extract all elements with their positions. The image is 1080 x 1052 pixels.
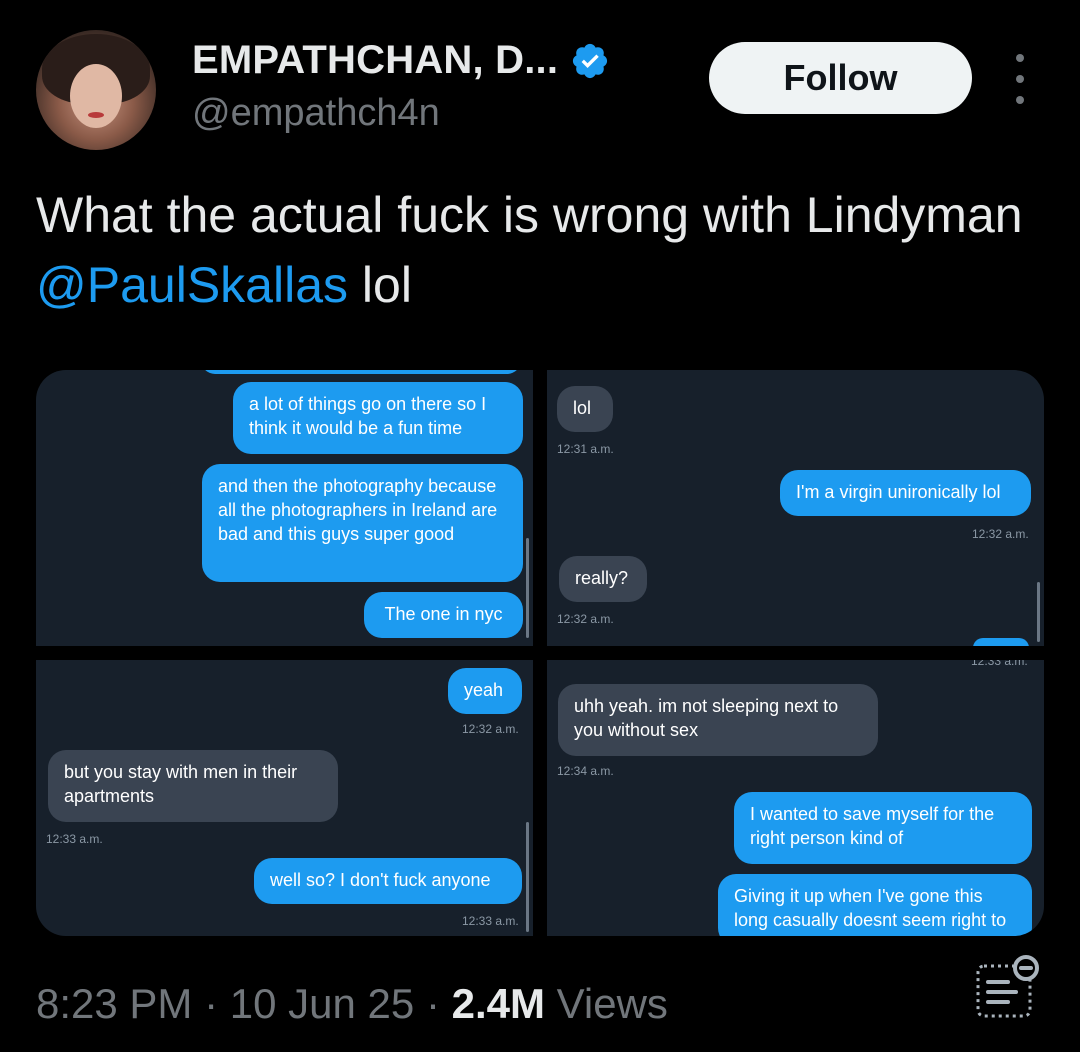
tweet-text-after: lol <box>348 257 412 313</box>
message-timestamp: 12:32 a.m. <box>462 722 519 736</box>
media-panel-4[interactable]: 12:33 a.m. uhh yeah. im not sleeping nex… <box>547 660 1044 936</box>
chat-bubble-incoming: lol <box>557 386 613 432</box>
verified-badge-icon[interactable] <box>570 41 610 81</box>
author-handle[interactable]: @empathch4n <box>192 92 440 135</box>
avatar[interactable] <box>36 30 156 150</box>
avatar-lips <box>88 112 104 118</box>
more-options-icon[interactable] <box>1004 54 1036 104</box>
message-timestamp: 12:32 a.m. <box>557 612 614 626</box>
analytics-icon[interactable] <box>972 952 1042 1022</box>
chat-bubble-incoming: but you stay with men in their apartment… <box>48 750 338 822</box>
media-panel-3[interactable]: yeah 12:32 a.m. but you stay with men in… <box>36 660 533 936</box>
chat-bubble-incoming: really? <box>559 556 647 602</box>
message-timestamp: 12:31 a.m. <box>557 442 614 456</box>
media-panel-1[interactable]: a lot of things go on there so I think i… <box>36 370 533 646</box>
tweet-time[interactable]: 8:23 PM <box>36 980 192 1027</box>
more-dot <box>1016 54 1024 62</box>
scrollbar <box>1037 582 1040 642</box>
media-grid[interactable]: a lot of things go on there so I think i… <box>36 370 1044 936</box>
mention-link[interactable]: @PaulSkallas <box>36 257 348 313</box>
tweet-text: What the actual fuck is wrong with Lindy… <box>36 180 1046 320</box>
media-panel-2[interactable]: lol 12:31 a.m. I'm a virgin unironically… <box>547 370 1044 646</box>
follow-button[interactable]: Follow <box>709 42 972 114</box>
tweet-date[interactable]: 10 Jun 25 <box>230 980 415 1027</box>
tweet-text-before: What the actual fuck is wrong with Lindy… <box>36 187 1023 243</box>
tweet-meta: 8:23 PM · 10 Jun 25 · 2.4M Views <box>36 980 668 1028</box>
author-display-name[interactable]: EMPATHCHAN, D... <box>192 38 558 83</box>
chat-bubble-cropped <box>973 638 1029 646</box>
message-timestamp: 12:33 a.m. <box>971 660 1028 668</box>
chat-bubble-outgoing: I'm a virgin unironically lol <box>780 470 1031 516</box>
chat-bubble-outgoing: yeah <box>448 668 522 714</box>
meta-separator: · <box>204 980 219 1027</box>
message-timestamp: 12:33 a.m. <box>462 914 519 928</box>
chat-bubble-outgoing: and then the photography because all the… <box>202 464 523 582</box>
scrollbar <box>526 538 529 638</box>
views-count: 2.4M <box>451 980 545 1027</box>
message-timestamp: 12:32 a.m. <box>972 527 1029 541</box>
views-label: Views <box>556 980 668 1027</box>
chat-bubble-incoming: uhh yeah. im not sleeping next to you wi… <box>558 684 878 756</box>
avatar-face <box>70 64 122 128</box>
chat-bubble-outgoing: Giving it up when I've gone this long ca… <box>718 874 1032 936</box>
scrollbar <box>526 822 529 932</box>
meta-separator: · <box>425 980 440 1027</box>
chat-bubble-outgoing: well so? I don't fuck anyone <box>254 858 522 904</box>
more-dot <box>1016 75 1024 83</box>
message-timestamp: 12:34 a.m. <box>557 764 614 778</box>
chat-bubble-cropped <box>201 370 521 374</box>
author-name-row: EMPATHCHAN, D... <box>192 38 610 83</box>
chat-bubble-outgoing: The one in nyc <box>364 592 523 638</box>
message-timestamp: 12:33 a.m. <box>46 832 103 846</box>
chat-bubble-outgoing: I wanted to save myself for the right pe… <box>734 792 1032 864</box>
chat-bubble-outgoing: a lot of things go on there so I think i… <box>233 382 523 454</box>
more-dot <box>1016 96 1024 104</box>
